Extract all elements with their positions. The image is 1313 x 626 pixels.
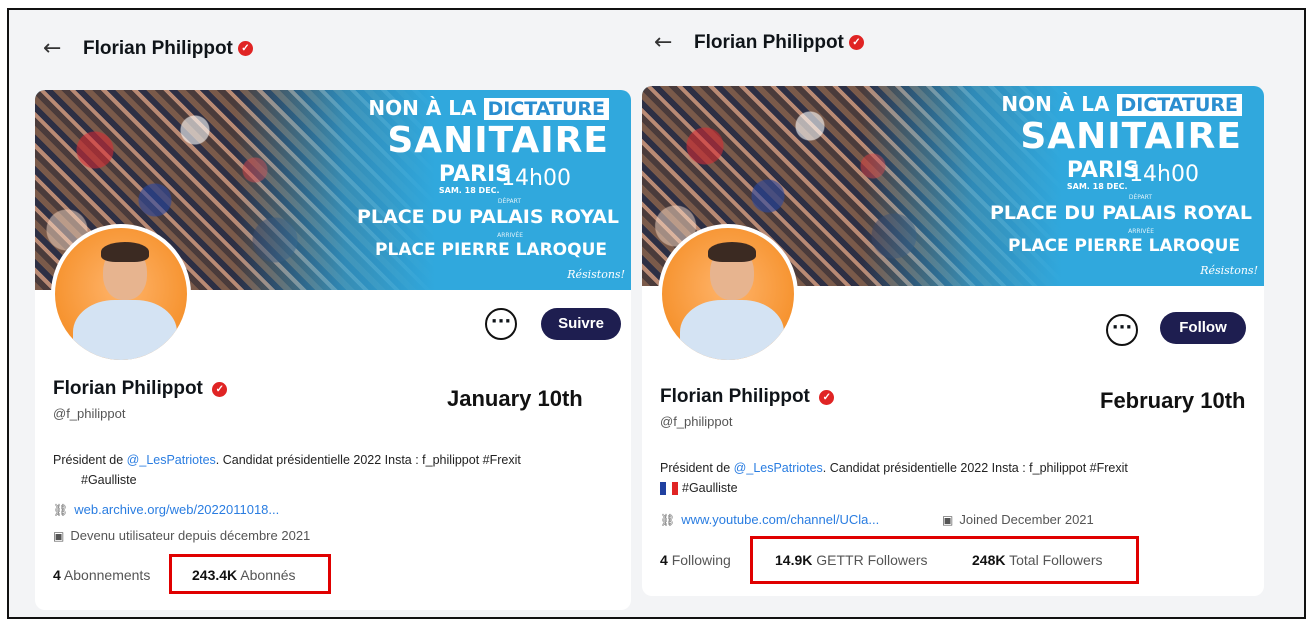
bio-suffix: . Candidat présidentielle 2022 Insta : f… (215, 453, 521, 467)
handle: @f_philippot (660, 414, 733, 429)
joined-text: Joined December 2021 (959, 512, 1094, 527)
calendar-icon: ▣ (53, 529, 65, 543)
top-bar-title: Florian Philippot (83, 37, 233, 59)
website-link[interactable]: www.youtube.com/channel/UCla... (681, 512, 879, 527)
website-row: ⛓ web.archive.org/web/2022011018... (53, 502, 279, 517)
highlight-box-followers (169, 554, 331, 594)
following-stat[interactable]: 4 Abonnements (53, 567, 150, 583)
link-icon: ⛓ (660, 513, 676, 527)
following-label: Following (671, 552, 731, 568)
back-arrow-icon[interactable]: ← (654, 30, 694, 55)
poster-arrivee: ARRIVÉE (497, 232, 523, 239)
link-icon: ⛓ (53, 503, 69, 517)
display-name-row: Florian Philippot ✓ (660, 386, 835, 408)
back-arrow-icon[interactable]: ← (43, 36, 83, 61)
avatar[interactable] (51, 224, 191, 364)
bio-mention-link[interactable]: @_LesPatriotes (127, 453, 216, 467)
snapshot-date-label: January 10th (447, 386, 583, 411)
banner-poster-text: NON À LA DICTATURE SANITAIRE PARIS SAM. … (357, 90, 631, 290)
poster-depart: DÉPART (497, 198, 521, 205)
poster-line1-highlight: DICTATURE (483, 98, 609, 120)
france-flag-icon (660, 482, 678, 496)
avatar-hair (101, 242, 149, 262)
follow-button[interactable]: Follow (1160, 312, 1246, 344)
display-name: Florian Philippot (660, 386, 810, 407)
poster-line1-prefix: NON À LA (368, 96, 477, 120)
poster-line2: SANITAIRE (1020, 116, 1242, 157)
poster-hour: 14h00 (501, 166, 571, 191)
more-options-icon[interactable]: ··· (1106, 314, 1138, 346)
bio-suffix: . Candidat présidentielle 2022 Insta : f… (822, 461, 1128, 475)
poster-place2: PLACE PIERRE LAROQUE (1008, 236, 1240, 256)
avatar[interactable] (658, 224, 798, 364)
calendar-icon: ▣ (942, 513, 954, 527)
poster-place1: PLACE DU PALAIS ROYAL (356, 206, 619, 228)
top-bar-title: Florian Philippot (694, 31, 844, 53)
profile-card: NON À LA DICTATURE SANITAIRE PARIS SAM. … (642, 86, 1264, 596)
joined-row: ▣ Joined December 2021 (942, 512, 1094, 527)
poster-line1: NON À LA DICTATURE (368, 96, 609, 120)
highlight-box-followers (750, 536, 1139, 584)
poster-place1: PLACE DU PALAIS ROYAL (989, 202, 1252, 224)
poster-line2: SANITAIRE (387, 120, 609, 161)
following-stat[interactable]: 4 Following (660, 552, 731, 568)
banner-poster-text: NON À LA DICTATURE SANITAIRE PARIS SAM. … (989, 86, 1264, 286)
joined-row: ▣ Devenu utilisateur depuis décembre 2021 (53, 528, 310, 543)
bio-mention-link[interactable]: @_LesPatriotes (734, 461, 823, 475)
poster-line1: NON À LA DICTATURE (1001, 92, 1242, 116)
poster-signature: Résistons! (1200, 264, 1258, 277)
bio-prefix: Président de (53, 453, 127, 467)
display-name: Florian Philippot (53, 378, 203, 399)
verified-badge-icon: ✓ (819, 390, 835, 406)
bio: Président de @_LesPatriotes. Candidat pr… (53, 450, 623, 490)
poster-depart: DÉPART (1128, 194, 1152, 201)
following-count: 4 (660, 552, 668, 568)
poster-line1-highlight: DICTATURE (1116, 94, 1242, 116)
verified-badge-icon: ✓ (212, 382, 228, 398)
screenshot-frame: ← Florian Philippot ✓ NON À LA DICTATURE… (7, 8, 1306, 619)
more-options-icon[interactable]: ··· (485, 308, 517, 340)
bio: Président de @_LesPatriotes. Candidat pr… (660, 458, 1250, 498)
poster-signature: Résistons! (567, 268, 625, 281)
avatar-body (73, 300, 177, 360)
top-bar: ← Florian Philippot ✓ (654, 30, 864, 55)
avatar-hair (708, 242, 756, 262)
handle: @f_philippot (53, 406, 126, 421)
following-count: 4 (53, 567, 61, 583)
following-label: Abonnements (63, 567, 151, 583)
verified-badge-icon: ✓ (848, 35, 864, 50)
profile-panel-february: ← Florian Philippot ✓ NON À LA DICTATURE… (634, 10, 1304, 617)
bio-line2: #Gaulliste (81, 473, 137, 487)
top-bar: ← Florian Philippot ✓ (43, 36, 253, 61)
avatar-body (680, 300, 784, 360)
poster-arrivee: ARRIVÉE (1128, 228, 1154, 235)
verified-badge-icon: ✓ (237, 41, 253, 56)
bio-line2: #Gaulliste (682, 481, 738, 495)
joined-text: Devenu utilisateur depuis décembre 2021 (70, 528, 311, 543)
website-link[interactable]: web.archive.org/web/2022011018... (74, 502, 279, 517)
bio-prefix: Président de (660, 461, 734, 475)
profile-card: NON À LA DICTATURE SANITAIRE PARIS SAM. … (35, 90, 631, 610)
snapshot-date-label: February 10th (1100, 388, 1246, 413)
profile-panel-january: ← Florian Philippot ✓ NON À LA DICTATURE… (9, 10, 634, 617)
poster-hour: 14h00 (1129, 162, 1199, 187)
poster-line1-prefix: NON À LA (1001, 92, 1110, 116)
follow-button[interactable]: Suivre (541, 308, 621, 340)
display-name-row: Florian Philippot ✓ (53, 378, 228, 400)
website-row: ⛓ www.youtube.com/channel/UCla... (660, 512, 879, 527)
poster-place2: PLACE PIERRE LAROQUE (375, 240, 607, 260)
